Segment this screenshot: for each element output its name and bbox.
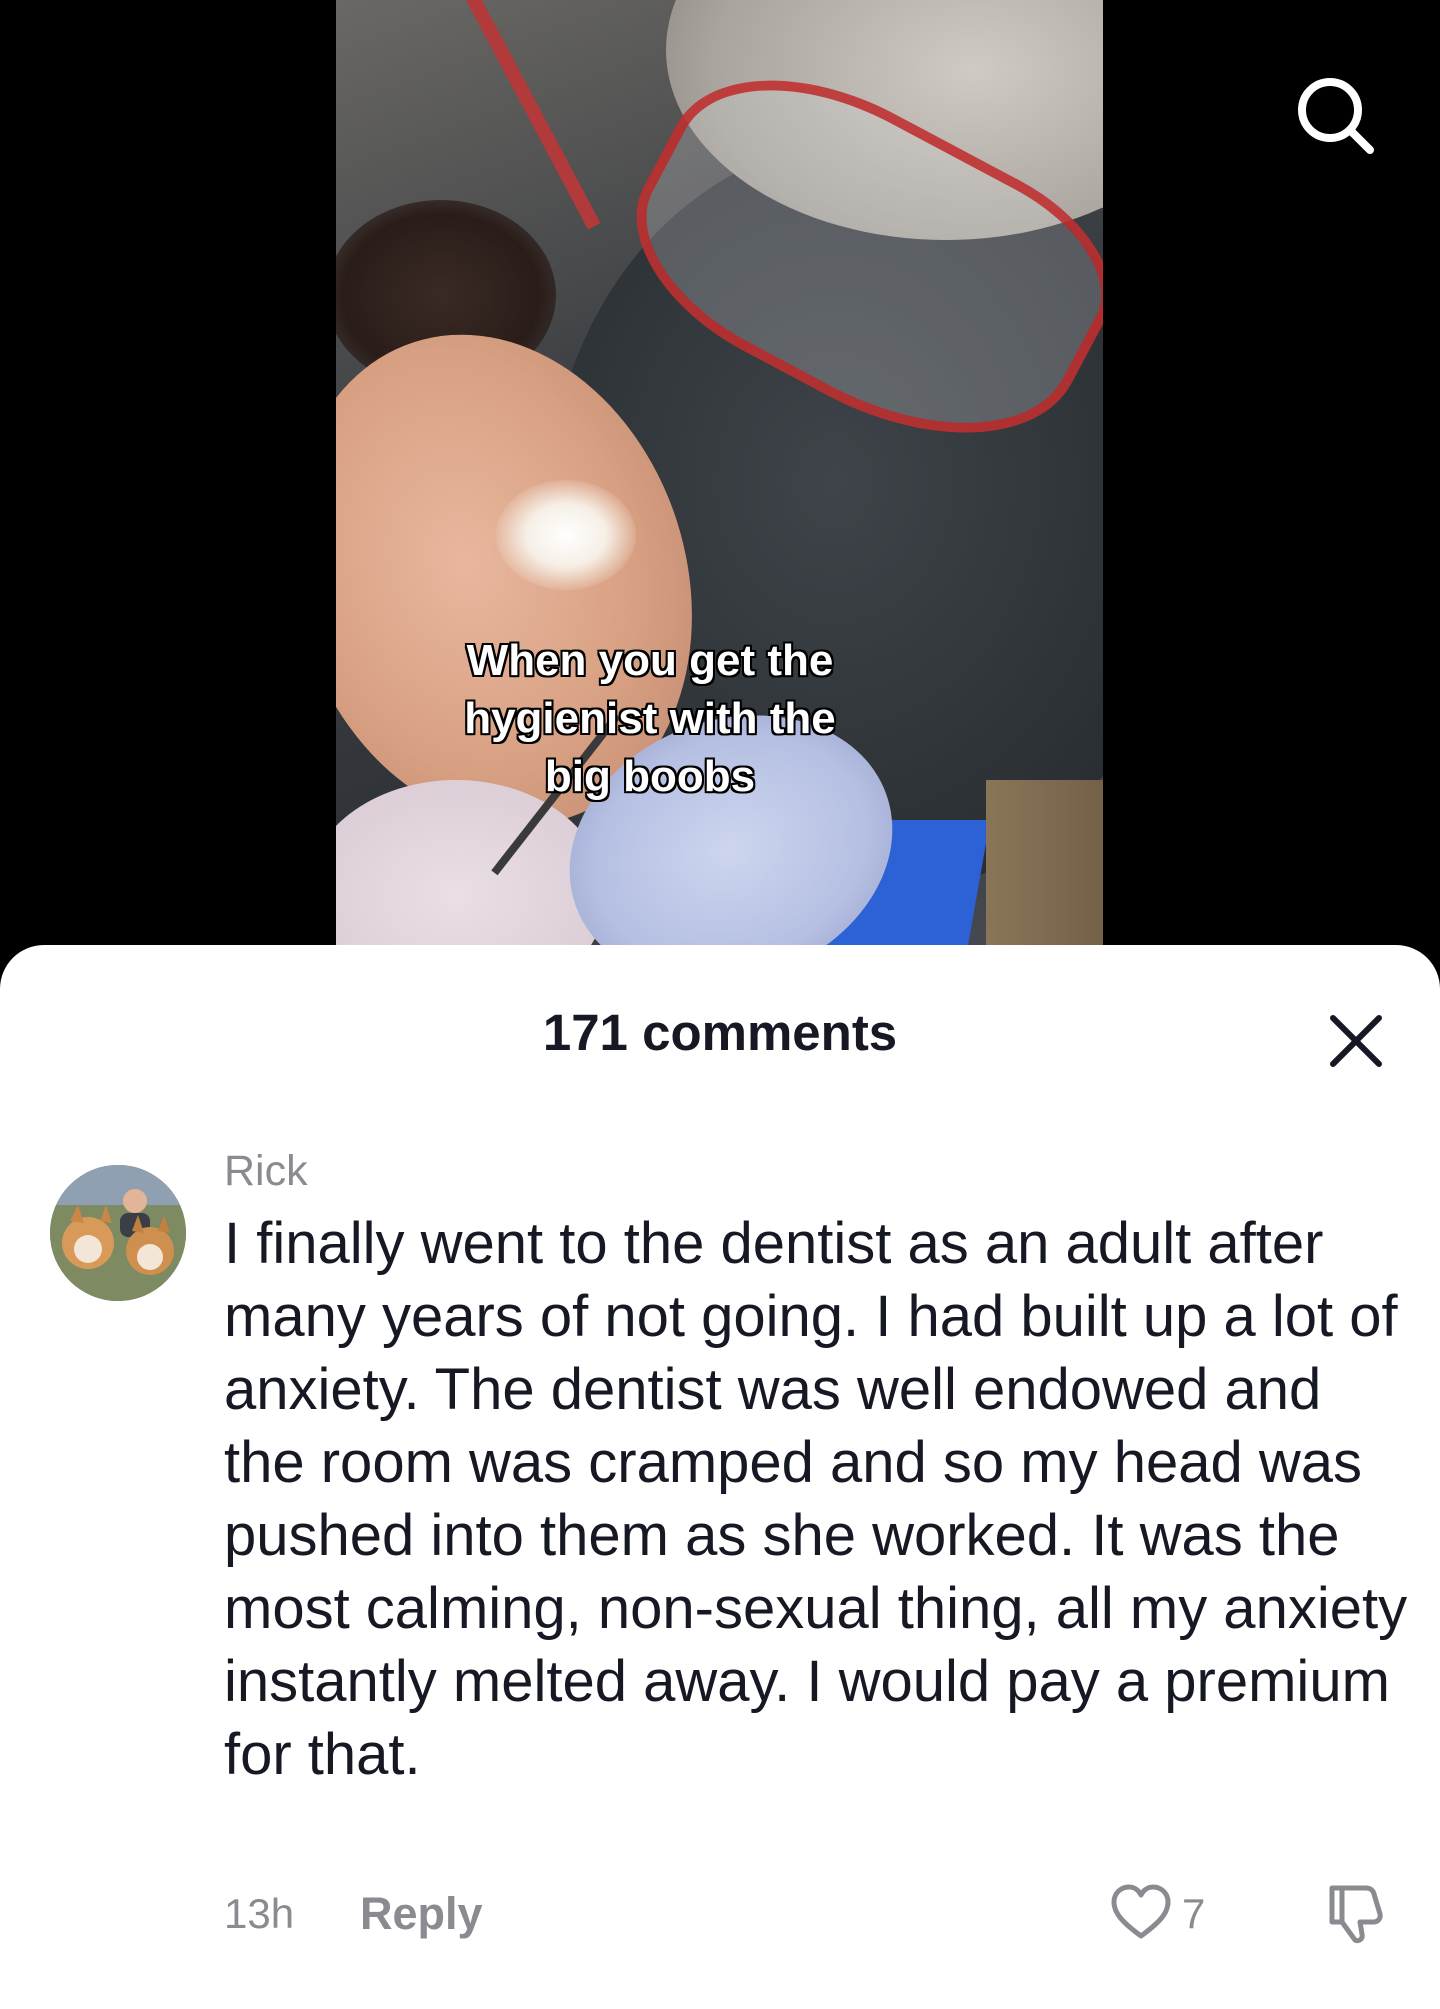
avatar[interactable] xyxy=(50,1165,186,1301)
video-scene-wood xyxy=(986,780,1103,960)
comment-footer: 13h Reply 7 xyxy=(0,1880,1440,1950)
dislike-button[interactable] xyxy=(1320,1880,1390,1946)
comments-count-title: 171 comments xyxy=(542,1004,898,1061)
like-count: 7 xyxy=(1182,1890,1206,1937)
close-button[interactable] xyxy=(1325,1010,1387,1072)
video-scene-light xyxy=(496,480,636,590)
video-scene-strap xyxy=(466,0,601,230)
close-icon xyxy=(1330,1015,1382,1067)
comment-author[interactable]: Rick xyxy=(224,1145,308,1197)
caption-line: When you get the xyxy=(466,636,834,685)
search-icon xyxy=(1298,78,1374,154)
video-frame[interactable] xyxy=(336,0,1103,960)
thumbs-down-icon xyxy=(1329,1885,1383,1944)
caption-line: big boobs xyxy=(544,752,756,801)
video-player[interactable]: When you get the hygienist with the big … xyxy=(0,0,1440,980)
comment-timestamp: 13h xyxy=(224,1890,295,1937)
caption-line: hygienist with the xyxy=(464,694,836,743)
search-button[interactable] xyxy=(1290,70,1380,160)
reply-button[interactable]: Reply xyxy=(360,1888,483,1940)
heart-outline-icon xyxy=(1111,1884,1171,1939)
comment-text: I finally went to the dentist as an adul… xyxy=(224,1211,1408,1787)
avatar-image xyxy=(50,1165,186,1301)
video-caption: When you get the hygienist with the big … xyxy=(395,632,905,806)
comments-sheet: 171 comments Rick I finally went to the … xyxy=(0,945,1440,2009)
